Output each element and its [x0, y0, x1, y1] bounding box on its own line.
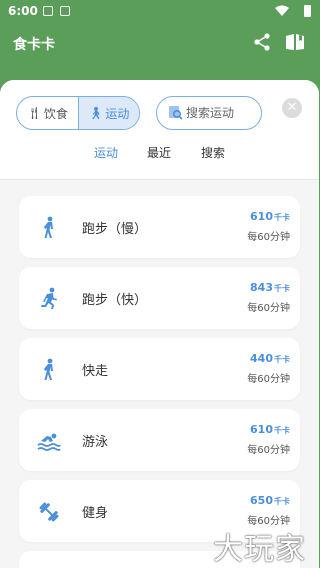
battery-icon: [304, 5, 311, 17]
notification-grid-icon: [60, 6, 70, 16]
dumbbell-icon: [39, 502, 59, 522]
tab-recent[interactable]: 最近: [147, 144, 171, 161]
tab-search[interactable]: 搜索: [201, 144, 225, 161]
calories-value: 610: [250, 423, 273, 436]
filter-header: 🍴︎ 饮食 🚶︎ 运动 ✕ 运动 最近 搜索: [0, 80, 319, 180]
calories-value: 843: [250, 281, 273, 294]
exercise-card[interactable]: 游泳 610千卡 每60分钟: [19, 409, 300, 471]
segment-sport-label: 运动: [105, 106, 130, 121]
wifi-icon: [275, 5, 289, 16]
calories-unit: 千卡: [274, 284, 290, 293]
calories-unit: 千卡: [274, 426, 290, 435]
watermark-logo: 大玩家: [213, 532, 306, 567]
content-sheet: 🍴︎ 饮食 🚶︎ 运动 ✕ 运动 最近 搜索: [0, 80, 319, 568]
exercise-name: 快走: [82, 364, 109, 379]
calories-unit: 千卡: [274, 355, 290, 364]
segment-sport[interactable]: 🚶︎ 运动: [77, 97, 139, 129]
app-title: 食卡卡: [13, 37, 55, 53]
exercise-name: 游泳: [82, 435, 109, 450]
segment-food[interactable]: 🍴︎ 饮食: [17, 97, 78, 129]
exercise-name: 跑步（快）: [82, 293, 148, 308]
status-bar: 6:00: [0, 0, 319, 24]
tab-bar: 运动 最近 搜索: [0, 142, 319, 164]
running-icon: [41, 287, 57, 309]
search-box[interactable]: [156, 96, 262, 130]
tab-sport[interactable]: 运动: [94, 144, 118, 161]
exercise-duration: 每60分钟: [247, 445, 290, 456]
exercise-card[interactable]: 快走 440千卡 每60分钟: [19, 338, 300, 400]
calories-unit: 千卡: [274, 497, 290, 506]
book-icon[interactable]: [285, 32, 305, 52]
exercise-name: 跑步（慢）: [82, 222, 148, 237]
exercise-card[interactable]: 跑步（慢） 610千卡 每60分钟: [19, 196, 300, 258]
clear-search-button[interactable]: ✕: [282, 98, 302, 118]
segment-food-label: 饮食: [43, 106, 68, 121]
app-bar: 食卡卡: [0, 24, 319, 68]
exercise-calories: 650千卡: [250, 494, 290, 507]
walking-icon: [44, 216, 53, 238]
notification-a-icon: [43, 6, 53, 16]
exercise-calories: 610千卡: [250, 423, 290, 436]
calories-unit: 千卡: [274, 213, 290, 222]
exercise-card[interactable]: 跑步（快） 843千卡 每60分钟: [19, 267, 300, 329]
calories-value: 610: [250, 210, 273, 223]
search-icon: [169, 106, 183, 120]
exercise-name: 健身: [82, 506, 109, 521]
swimming-icon: [37, 433, 61, 451]
exercise-calories: 843千卡: [250, 281, 290, 294]
exercise-calories: 440千卡: [250, 352, 290, 365]
walking-icon: [44, 358, 53, 380]
exercise-duration: 每60分钟: [247, 374, 290, 385]
status-time: 6:00: [8, 4, 38, 18]
exercise-duration: 每60分钟: [247, 303, 290, 314]
calories-value: 440: [250, 352, 273, 365]
calories-value: 650: [250, 494, 273, 507]
exercise-calories: 610千卡: [250, 210, 290, 223]
type-segmented-control: 🍴︎ 饮食 🚶︎ 运动: [16, 96, 140, 130]
walking-small-icon: 🚶︎: [88, 106, 104, 120]
cutlery-icon: 🍴︎: [26, 106, 42, 120]
share-icon[interactable]: [252, 32, 272, 52]
search-input[interactable]: [186, 106, 262, 120]
exercise-duration: 每60分钟: [247, 232, 290, 243]
